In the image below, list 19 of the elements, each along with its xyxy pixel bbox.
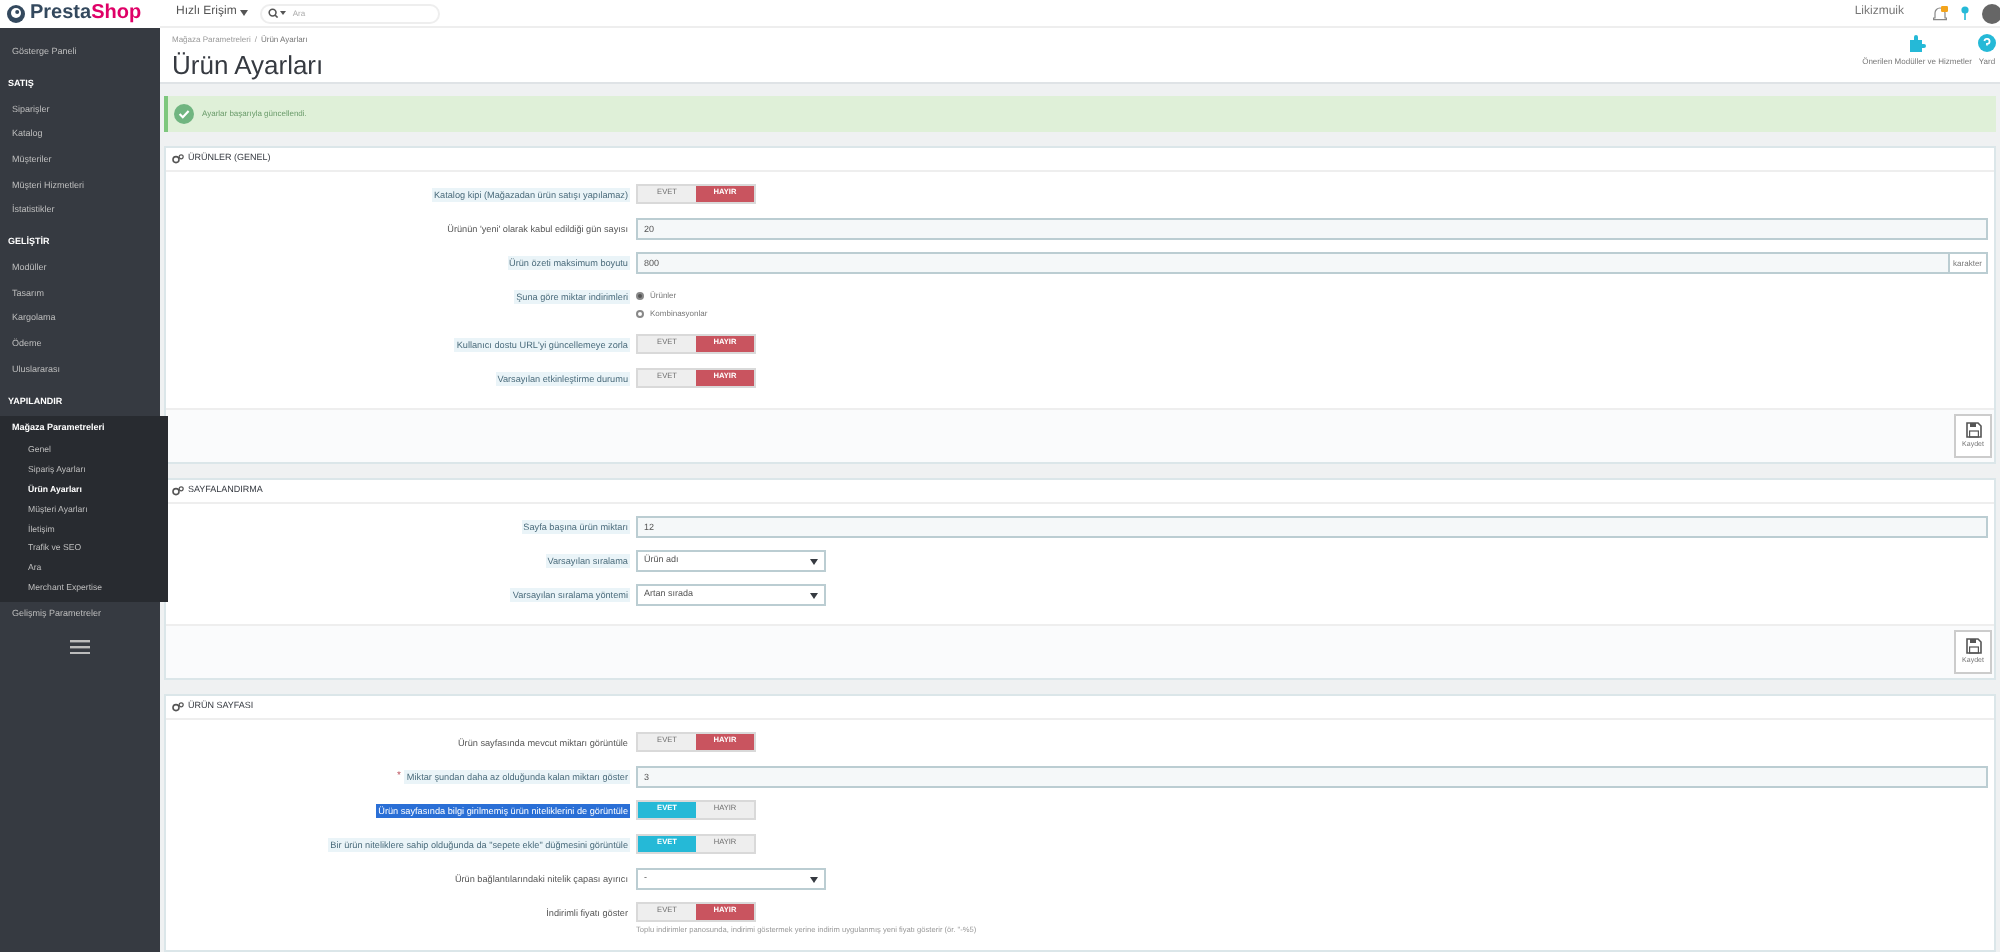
check-icon [174,104,194,125]
radio-button[interactable] [636,309,644,318]
bell-icon[interactable] [1932,5,1948,21]
search-icon [268,8,287,18]
gears-icon [172,702,184,713]
menu-icon[interactable] [70,640,90,655]
gears-icon [172,154,184,165]
caret-icon [810,557,818,566]
avatar-icon[interactable] [1982,3,2000,23]
page-title: Ürün Ayarları [172,52,324,78]
floppy-icon [1965,638,1981,655]
caret-icon [240,10,249,16]
radio-button[interactable] [636,291,644,300]
logo-text: PrestaShop [30,4,142,24]
puzzle-icon [1908,34,1927,53]
caret-icon [810,875,818,884]
caret-icon [810,591,818,600]
floppy-icon [1965,422,1981,439]
gears-icon [172,486,184,497]
